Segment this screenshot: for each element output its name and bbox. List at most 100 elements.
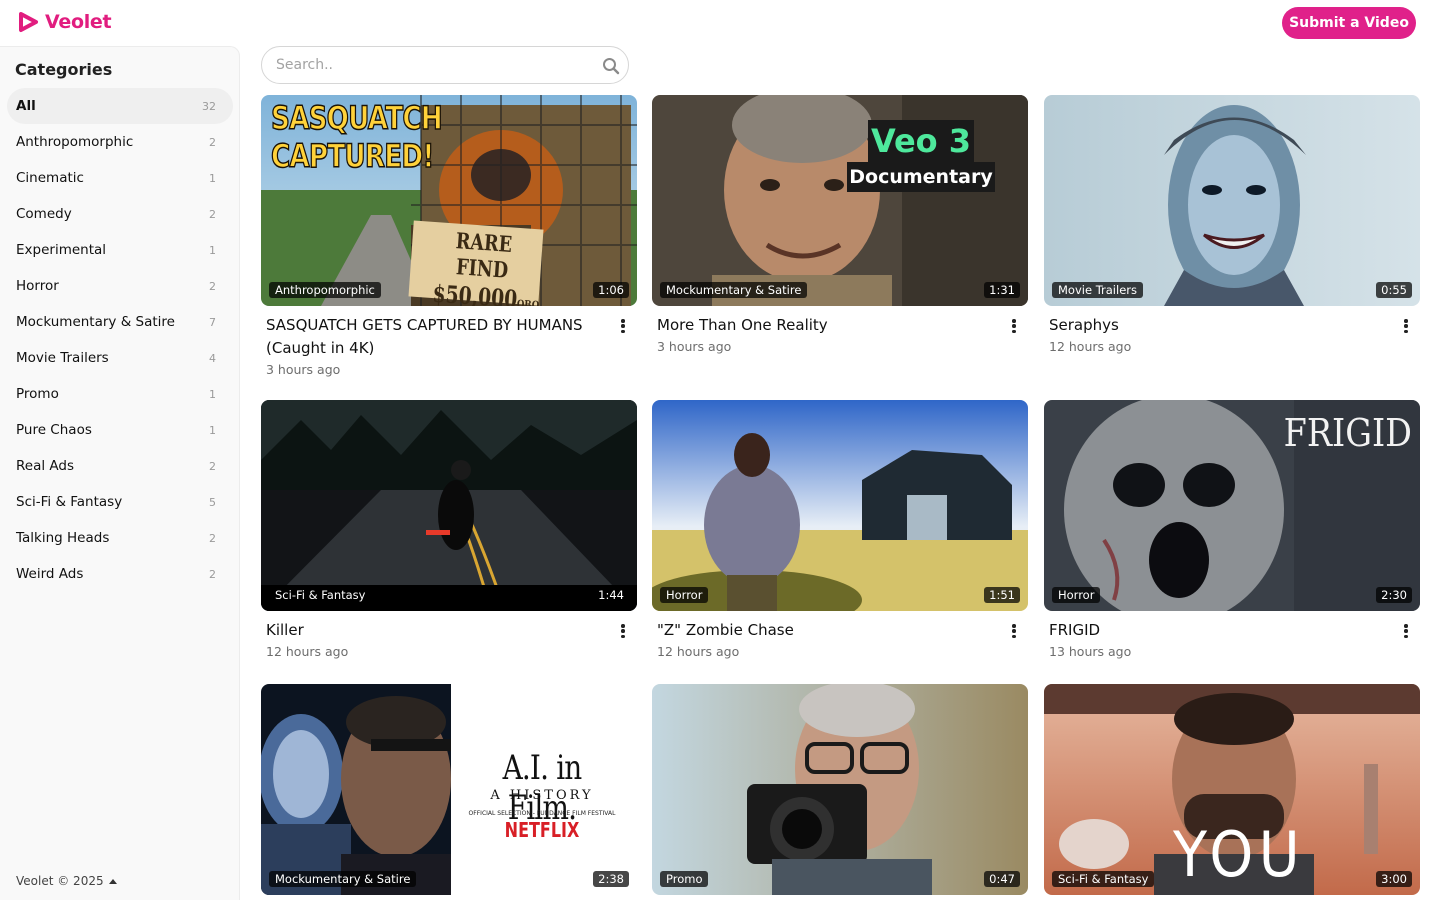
duration-badge: 1:44	[598, 588, 624, 602]
logo-icon	[19, 12, 38, 32]
video-thumbnail[interactable]: FRIGID Horror 2:30	[1044, 400, 1420, 611]
category-item-scifi-fantasy[interactable]: Sci-Fi & Fantasy 5	[7, 484, 233, 520]
brand-name: Veolet	[45, 11, 112, 33]
video-thumbnail[interactable]: Horror 1:51	[652, 400, 1028, 611]
sidebar-title: Categories	[15, 60, 113, 79]
video-title[interactable]: SASQUATCH GETS CAPTURED BY HUMANS (Caugh…	[266, 314, 601, 360]
video-card: SASQUATCH CAPTURED! RARE FIND $50,000OBO…	[261, 95, 637, 377]
brand-logo[interactable]: Veolet	[17, 11, 112, 33]
video-thumbnail[interactable]: Movie Trailers 0:55	[1044, 95, 1420, 306]
category-count: 1	[209, 171, 216, 185]
category-count: 2	[209, 207, 216, 221]
video-thumbnail[interactable]: Promo 0:47	[652, 684, 1028, 895]
video-card: Movie Trailers 0:55 Seraphys 12 hours ag…	[1044, 95, 1420, 354]
category-label: Movie Trailers	[16, 350, 109, 366]
video-timestamp: 13 hours ago	[1049, 644, 1132, 659]
category-sidebar: Categories All 32 Anthropomorphic 2 Cinema…	[0, 46, 240, 900]
video-card: Sci-Fi & Fantasy 1:44 Killer 12 hours ag…	[261, 400, 637, 659]
video-timestamp: 3 hours ago	[266, 362, 341, 377]
video-card: Veo 3 Documentary Mockumentary & Satire …	[652, 95, 1028, 354]
video-title[interactable]: Seraphys	[1049, 314, 1384, 337]
thumbnail-art	[261, 400, 637, 611]
category-badge: Mockumentary & Satire	[660, 282, 808, 298]
video-timestamp: 12 hours ago	[657, 644, 740, 659]
thumbnail-art	[652, 400, 1028, 611]
category-label: Anthropomorphic	[16, 134, 134, 150]
video-card: Promo 0:47	[652, 684, 1028, 895]
more-options-icon[interactable]	[1400, 318, 1412, 334]
category-count: 2	[209, 135, 216, 149]
video-thumbnail[interactable]: A.I. in Film. A HISTORY OFFICIAL SELECTI…	[261, 684, 637, 895]
category-badge: Sci-Fi & Fantasy	[275, 588, 366, 602]
video-card: A.I. in Film. A HISTORY OFFICIAL SELECTI…	[261, 684, 637, 895]
more-options-icon[interactable]	[1008, 623, 1020, 639]
category-label: Cinematic	[16, 170, 84, 186]
video-meta: "Z" Zombie Chase 12 hours ago	[652, 611, 1028, 659]
category-label: Weird Ads	[16, 566, 84, 582]
more-options-icon[interactable]	[617, 623, 629, 639]
duration-badge: 3:00	[1376, 871, 1412, 887]
category-item-horror[interactable]: Horror 2	[7, 268, 233, 304]
category-label: Comedy	[16, 206, 72, 222]
submit-video-button[interactable]: Submit a Video	[1282, 7, 1416, 39]
category-item-movie-trailers[interactable]: Movie Trailers 4	[7, 340, 233, 376]
video-thumbnail[interactable]: Veo 3 Documentary Mockumentary & Satire …	[652, 95, 1028, 306]
category-count: 1	[209, 423, 216, 437]
more-options-icon[interactable]	[1008, 318, 1020, 334]
search-input[interactable]	[276, 55, 596, 75]
category-item-talking-heads[interactable]: Talking Heads 2	[7, 520, 233, 556]
category-label: Experimental	[16, 242, 107, 258]
category-count: 2	[209, 459, 216, 473]
category-label: Mockumentary & Satire	[16, 314, 175, 330]
category-label: Talking Heads	[16, 530, 110, 546]
category-badge: Promo	[660, 871, 709, 887]
thumbnail-subheadline: A HISTORY	[490, 788, 594, 803]
video-title[interactable]: FRIGID	[1049, 619, 1384, 642]
category-label: All	[16, 98, 36, 114]
category-count: 1	[209, 387, 216, 401]
category-item-cinematic[interactable]: Cinematic 1	[7, 160, 233, 196]
category-label: Horror	[16, 278, 59, 294]
caret-up-icon	[108, 878, 117, 884]
video-title[interactable]: Killer	[266, 619, 601, 642]
category-item-weird-ads[interactable]: Weird Ads 2	[7, 556, 233, 592]
category-item-experimental[interactable]: Experimental 1	[7, 232, 233, 268]
video-thumbnail[interactable]: SASQUATCH CAPTURED! RARE FIND $50,000OBO…	[261, 95, 637, 306]
category-item-comedy[interactable]: Comedy 2	[7, 196, 233, 232]
category-count: 2	[209, 279, 216, 293]
video-timestamp: 3 hours ago	[657, 339, 732, 354]
duration-badge: 1:31	[984, 282, 1020, 298]
thumbnail-sign: RARE FIND $50,000OBO	[431, 228, 540, 306]
category-label: Real Ads	[16, 458, 74, 474]
category-item-mockumentary[interactable]: Mockumentary & Satire 7	[7, 304, 233, 340]
more-options-icon[interactable]	[617, 318, 629, 334]
video-card: Horror 1:51 "Z" Zombie Chase 12 hours ag…	[652, 400, 1028, 659]
thumbnail-headline: Veo 3	[870, 122, 972, 160]
sidebar-footer-toggle[interactable]: Veolet © 2025	[16, 874, 117, 888]
search-icon[interactable]	[602, 57, 620, 75]
video-meta: SASQUATCH GETS CAPTURED BY HUMANS (Caugh…	[261, 306, 637, 377]
thumbnail-art	[1044, 95, 1420, 306]
category-label: Promo	[16, 386, 59, 402]
duration-badge: 2:30	[1376, 587, 1412, 603]
video-thumbnail[interactable]: YOU Sci-Fi & Fantasy 3:00	[1044, 684, 1420, 895]
category-item-anthropomorphic[interactable]: Anthropomorphic 2	[7, 124, 233, 160]
video-title[interactable]: "Z" Zombie Chase	[657, 619, 992, 642]
video-meta: Killer 12 hours ago	[261, 611, 637, 659]
copyright-text: Veolet © 2025	[16, 874, 104, 888]
category-badge: Horror	[1052, 587, 1101, 603]
category-item-all[interactable]: All 32	[7, 88, 233, 124]
duration-badge: 1:51	[984, 587, 1020, 603]
category-item-pure-chaos[interactable]: Pure Chaos 1	[7, 412, 233, 448]
thumbnail-festival-text: OFFICIAL SELECTION - FUNDANCE FILM FESTI…	[468, 810, 616, 817]
duration-badge: 0:55	[1376, 282, 1412, 298]
more-options-icon[interactable]	[1400, 623, 1412, 639]
video-title[interactable]: More Than One Reality	[657, 314, 992, 337]
video-thumbnail[interactable]: Sci-Fi & Fantasy 1:44	[261, 400, 637, 611]
category-item-real-ads[interactable]: Real Ads 2	[7, 448, 233, 484]
duration-badge: 1:06	[593, 282, 629, 298]
category-count: 1	[209, 243, 216, 257]
thumbnail-subheadline: Documentary	[849, 166, 993, 188]
category-item-promo[interactable]: Promo 1	[7, 376, 233, 412]
category-count: 5	[209, 495, 216, 509]
